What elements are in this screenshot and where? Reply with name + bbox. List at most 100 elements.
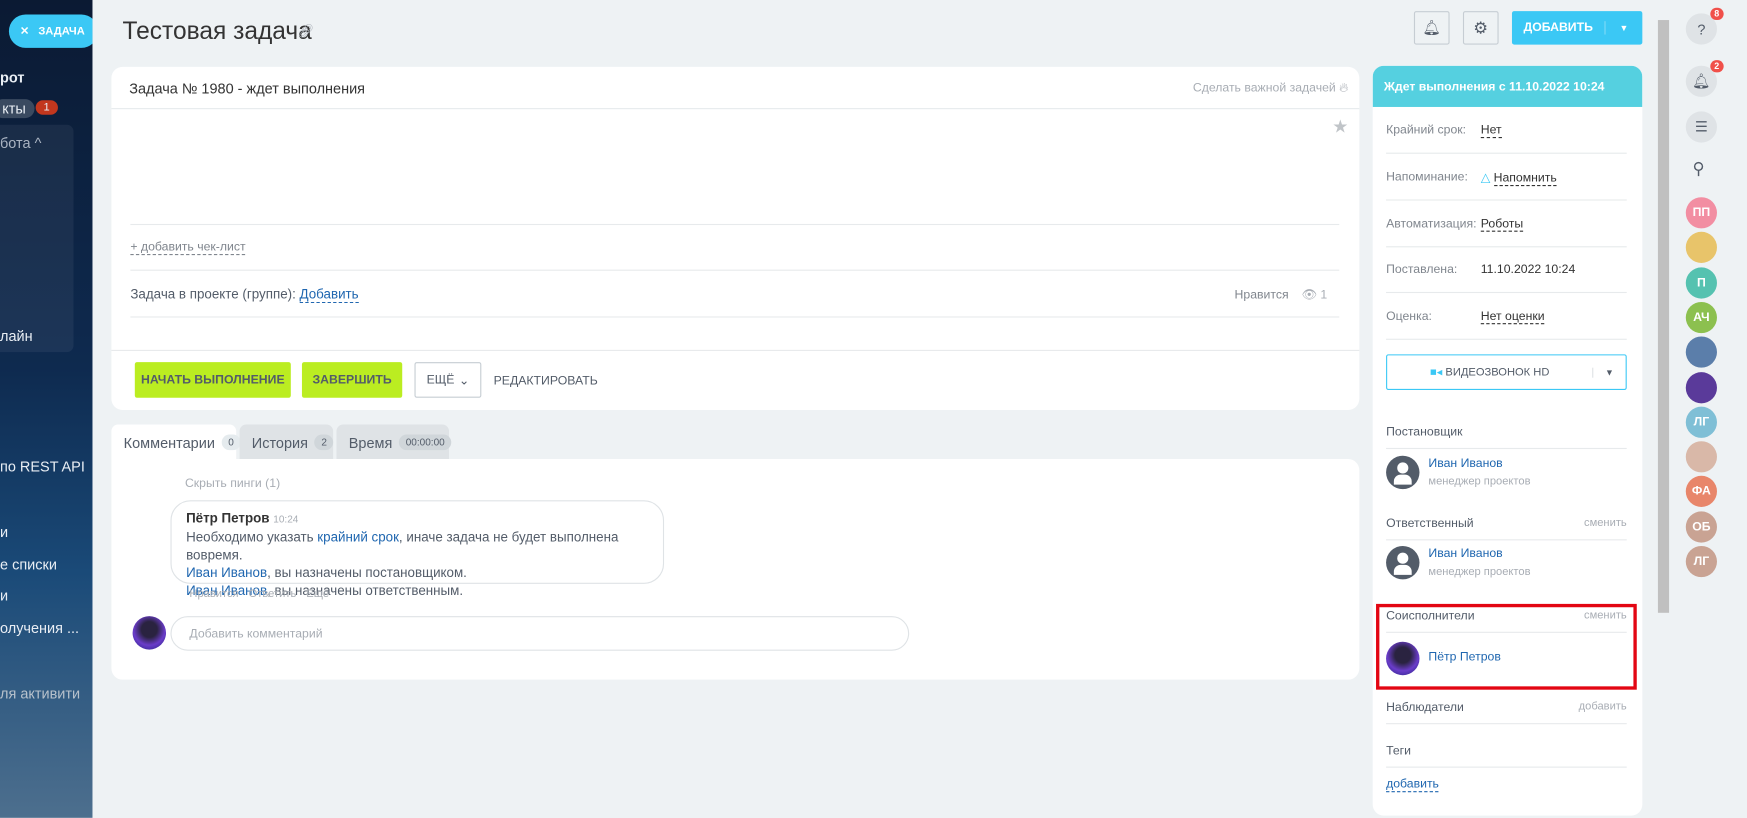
avatar — [132, 616, 167, 650]
highlight-box — [1376, 603, 1637, 690]
sidebar-group — [0, 124, 74, 353]
tab-comments[interactable]: Комментарии 0 — [111, 424, 241, 461]
search-icon[interactable]: ⚲ — [1692, 158, 1704, 178]
auditors-section: Наблюдатели добавить — [1386, 701, 1627, 725]
reminder-row: Напоминание: △ Напомнить — [1386, 155, 1627, 201]
deadline-link[interactable]: крайний срок — [317, 529, 399, 545]
change-responsible-link[interactable]: сменить — [1584, 517, 1627, 530]
close-icon: ✕ — [20, 25, 30, 38]
add-auditor-link[interactable]: добавить — [1579, 701, 1627, 714]
avatar — [1386, 455, 1420, 490]
contact-avatar[interactable]: ФА — [1685, 476, 1717, 508]
bell-icon: △ — [1480, 171, 1491, 185]
responsible-name[interactable]: Иван Иванов — [1428, 547, 1502, 560]
comment-author: Пётр Петров — [186, 510, 270, 526]
add-tag-link[interactable]: добавить — [1386, 778, 1439, 793]
contact-avatar[interactable]: АЧ — [1685, 301, 1717, 334]
eye-icon: 👁︎ — [1301, 288, 1317, 302]
more-comment[interactable]: Ещё — [306, 588, 329, 600]
left-sidebar: ✕ ЗАДАЧА рот кты 1 бота ^ лайн по REST AP… — [0, 0, 93, 818]
tab-history[interactable]: История 2 — [239, 424, 334, 461]
sidebar-item[interactable]: бота ^ — [0, 135, 41, 152]
comment-bubble: Пётр Петров 10:24 Необходимо указать кра… — [170, 500, 665, 598]
comment-time: 10:24 — [273, 513, 299, 525]
reminder-value: Напомнить — [1493, 171, 1557, 186]
rating-value[interactable]: Нет оценки — [1480, 309, 1545, 324]
sidebar-item[interactable]: кты — [0, 99, 35, 119]
automation-value[interactable]: Роботы — [1480, 217, 1524, 232]
automation-row: Автоматизация: Роботы — [1386, 202, 1627, 248]
add-project-link[interactable]: Добавить — [299, 286, 359, 304]
sidebar-item[interactable]: е списки — [0, 556, 57, 573]
star-icon[interactable]: ★ — [1332, 116, 1348, 138]
sidebar-item[interactable]: и — [0, 587, 8, 604]
sidebar-badge: 1 — [35, 100, 58, 115]
task-card: Задача № 1980 - ждет выполнения Сделать … — [111, 66, 1360, 411]
video-camera-icon: ■◂ — [1430, 366, 1443, 379]
close-task-button[interactable]: ✕ ЗАДАЧА — [8, 14, 93, 48]
help-button[interactable]: ? 8 — [1685, 7, 1724, 45]
like-comment[interactable]: Нравится — [189, 588, 238, 600]
tags-section: Теги — [1386, 744, 1627, 768]
video-call-button[interactable]: ■◂ ВИДЕОЗВОНОК HD ▼ — [1386, 354, 1627, 390]
task-info-panel: Ждет выполнения с 11.10.2022 10:24 Крайн… — [1372, 65, 1643, 816]
project-row: Задача в проекте (группе): Добавить — [130, 286, 359, 304]
sidebar-item[interactable]: ля активити — [0, 685, 80, 702]
sidebar-item[interactable]: лайн — [0, 328, 33, 345]
start-button[interactable]: НАЧАТЬ ВЫПОЛНЕНИЕ — [134, 362, 291, 398]
tab-time[interactable]: Время 00:00:00 — [336, 424, 452, 461]
views-counter: 👁︎ 1 — [1301, 288, 1328, 302]
notifications-button[interactable]: 🔔︎ 2 — [1685, 60, 1724, 97]
more-button[interactable]: ЕЩЁ ⌄ — [414, 362, 482, 398]
created-row: Поставлена: 11.10.2022 10:24 — [1386, 247, 1627, 294]
task-heading: Задача № 1980 - ждет выполнения — [129, 80, 366, 97]
bell-icon: 🔔︎ — [1422, 18, 1441, 36]
comments-card: Скрыть пинги (1) Пётр Петров 10:24 Необх… — [111, 459, 1360, 680]
sidebar-item[interactable]: по REST API — [0, 458, 85, 475]
contact-avatar[interactable] — [1685, 232, 1717, 264]
contact-avatar[interactable]: П — [1685, 266, 1717, 299]
edit-button[interactable]: РЕДАКТИРОВАТЬ — [494, 374, 598, 387]
gear-icon: ⚙ — [1473, 18, 1489, 38]
bell-button[interactable]: 🔔︎ — [1413, 11, 1450, 45]
user-link[interactable]: Иван Иванов — [186, 565, 267, 581]
sidebar-item[interactable]: рот — [0, 69, 24, 86]
contact-avatar[interactable]: ЛГ — [1685, 406, 1717, 438]
creator-section: Постановщик — [1386, 426, 1627, 450]
settings-button[interactable]: ⚙ — [1462, 11, 1499, 45]
scrollbar[interactable] — [1657, 20, 1670, 613]
chat-icon: ☰ — [1694, 118, 1708, 135]
contact-avatar[interactable]: ОБ — [1685, 511, 1717, 543]
link-icon[interactable]: 🔗︎ — [297, 23, 314, 39]
sidebar-item[interactable]: и — [0, 524, 8, 541]
make-important-link[interactable]: Сделать важной задачей 🔥︎ — [1193, 81, 1348, 95]
flame-icon: 🔥︎ — [1339, 81, 1349, 95]
comment-input[interactable]: Добавить комментарий — [170, 616, 910, 651]
creator-name[interactable]: Иван Иванов — [1428, 457, 1502, 470]
contact-avatar[interactable] — [1685, 441, 1717, 473]
add-button[interactable]: ДОБАВИТЬ ▼ — [1511, 11, 1643, 45]
chevron-down-icon[interactable]: ▼ — [1592, 367, 1625, 378]
responsible-section: Ответственный сменить — [1386, 517, 1627, 541]
contact-avatar[interactable]: ЛГ — [1685, 545, 1717, 578]
chevron-down-icon[interactable]: ▼ — [1606, 23, 1643, 33]
page-title: Тестовая задача — [122, 16, 312, 45]
rating-row: Оценка: Нет оценки — [1386, 294, 1627, 340]
contact-avatar[interactable]: ПП — [1685, 197, 1717, 229]
bell-icon: 🔔︎ — [1692, 72, 1711, 90]
reply-comment[interactable]: Ответить — [249, 588, 297, 600]
contact-avatar[interactable] — [1685, 336, 1717, 368]
finish-button[interactable]: ЗАВЕРШИТЬ — [301, 362, 403, 398]
chat-button[interactable]: ☰ — [1685, 111, 1717, 143]
comment-actions: Нравится Ответить Ещё — [189, 588, 329, 600]
chevron-down-icon: ⌄ — [458, 373, 470, 388]
deadline-row: Крайний срок: Нет — [1386, 108, 1627, 154]
like-link[interactable]: Нравится — [1235, 289, 1289, 302]
deadline-value[interactable]: Нет — [1480, 123, 1502, 138]
help-icon: ? — [1697, 20, 1706, 38]
sidebar-item[interactable]: олучения ... — [0, 619, 79, 636]
add-checklist-link[interactable]: + добавить чек-лист — [130, 240, 246, 256]
contact-avatar[interactable] — [1685, 371, 1717, 403]
hide-pings-link[interactable]: Скрыть пинги (1) — [185, 477, 280, 490]
status-header: Ждет выполнения с 11.10.2022 10:24 — [1372, 65, 1643, 107]
